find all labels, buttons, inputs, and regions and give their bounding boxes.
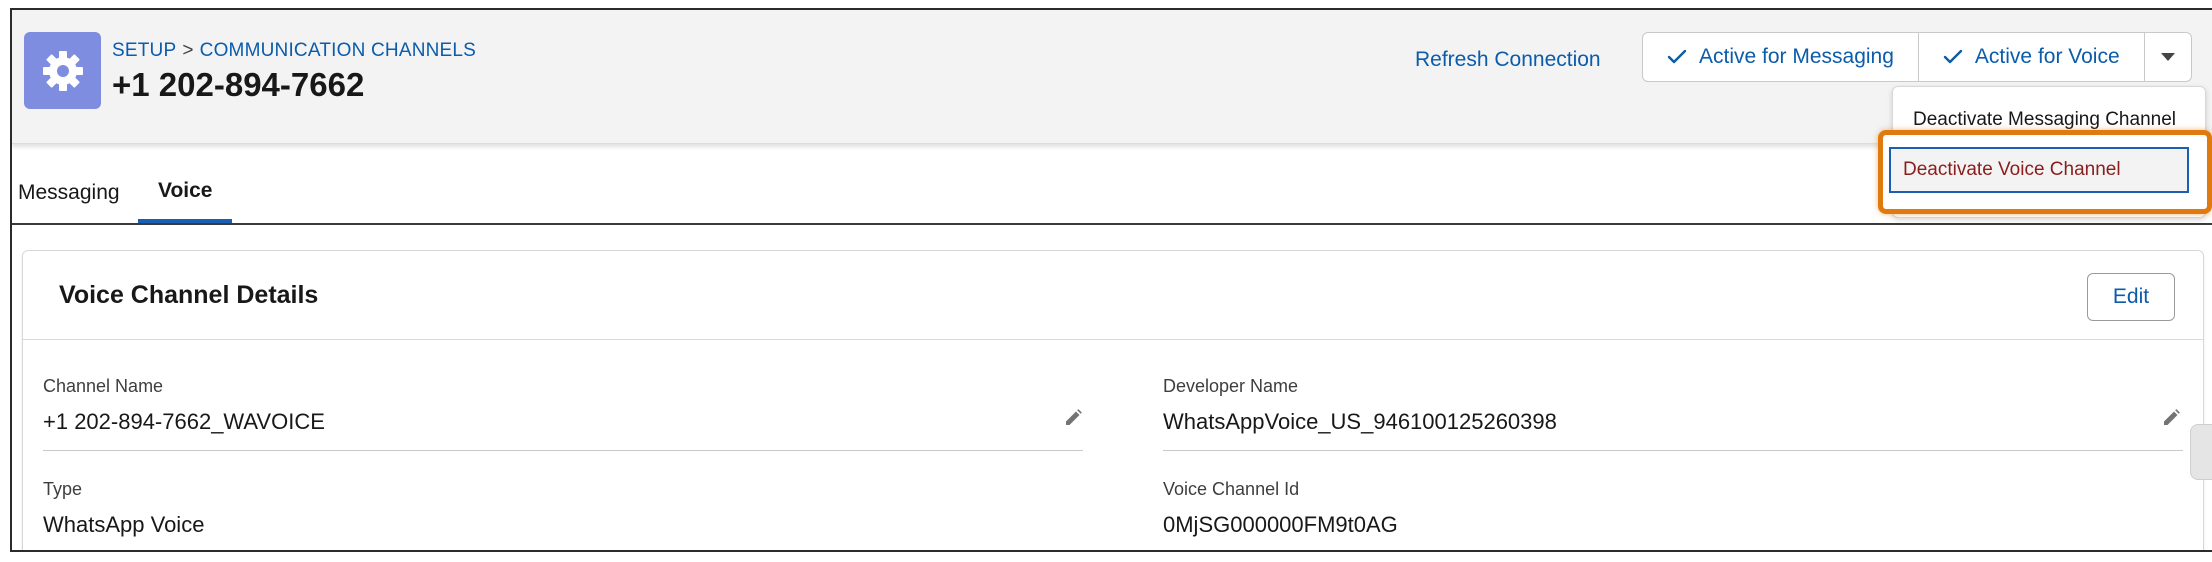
gear-icon	[24, 32, 101, 109]
field-value: 0MjSG000000FM9t0AG	[1163, 512, 1398, 537]
field-label: Voice Channel Id	[1163, 479, 1300, 499]
field-channel-name: Channel Name +1 202-894-7662_WAVOICE	[43, 376, 1083, 451]
field-developer-name: Developer Name WhatsAppVoice_US_94610012…	[1163, 376, 2183, 451]
active-for-messaging-button[interactable]: Active for Messaging	[1643, 33, 1919, 81]
field-label: Developer Name	[1163, 376, 1299, 396]
voice-channel-details-card: Voice Channel Details Edit Channel Name …	[22, 250, 2204, 550]
breadcrumb: SETUP > COMMUNICATION CHANNELS	[112, 40, 476, 62]
card-header: Voice Channel Details Edit	[23, 251, 2203, 340]
pencil-icon[interactable]	[2161, 408, 2181, 428]
deactivate-messaging-channel-item[interactable]: Deactivate Messaging Channel	[1913, 109, 2176, 131]
field-label: Channel Name	[43, 376, 164, 396]
page-header: SETUP > COMMUNICATION CHANNELS +1 202-894-…	[12, 10, 2212, 144]
breadcrumb-setup[interactable]: SETUP	[112, 40, 176, 61]
active-for-messaging-label: Active for Messaging	[1699, 45, 1894, 68]
scroll-handle[interactable]	[2190, 424, 2212, 480]
pencil-icon[interactable]	[1063, 408, 1083, 428]
breadcrumb-communication-channels[interactable]: COMMUNICATION CHANNELS	[200, 40, 476, 61]
tab-bar: Messaging Voice	[12, 163, 2212, 225]
checkmark-icon	[1943, 49, 1963, 64]
active-for-voice-label: Active for Voice	[1974, 45, 2120, 68]
chevron-down-icon	[2160, 53, 2175, 61]
active-for-voice-button[interactable]: Active for Voice	[1919, 33, 2145, 81]
refresh-connection-button[interactable]: Refresh Connection	[1415, 48, 1601, 72]
field-voice-channel-id: Voice Channel Id 0MjSG000000FM9t0AG	[1163, 479, 2183, 538]
field-value: WhatsAppVoice_US_946100125260398	[1163, 409, 1557, 434]
tab-voice[interactable]: Voice	[138, 163, 233, 223]
channel-status-button-group: Active for Messaging Active for Voice	[1642, 32, 2192, 82]
card-title: Voice Channel Details	[59, 281, 319, 309]
edit-button[interactable]: Edit	[2087, 273, 2175, 321]
field-label: Type	[43, 479, 83, 499]
field-type: Type WhatsApp Voice	[43, 479, 1083, 538]
field-value: WhatsApp Voice	[43, 512, 205, 537]
more-actions-dropdown-button[interactable]	[2145, 33, 2191, 81]
tab-messaging[interactable]: Messaging	[18, 163, 120, 223]
app-window: SETUP > COMMUNICATION CHANNELS +1 202-894-…	[10, 8, 2212, 552]
checkmark-icon	[1667, 49, 1687, 64]
page-title: +1 202-894-7662	[112, 66, 365, 103]
field-value: +1 202-894-7662_WAVOICE	[43, 409, 325, 434]
breadcrumb-separator: >	[182, 40, 194, 61]
